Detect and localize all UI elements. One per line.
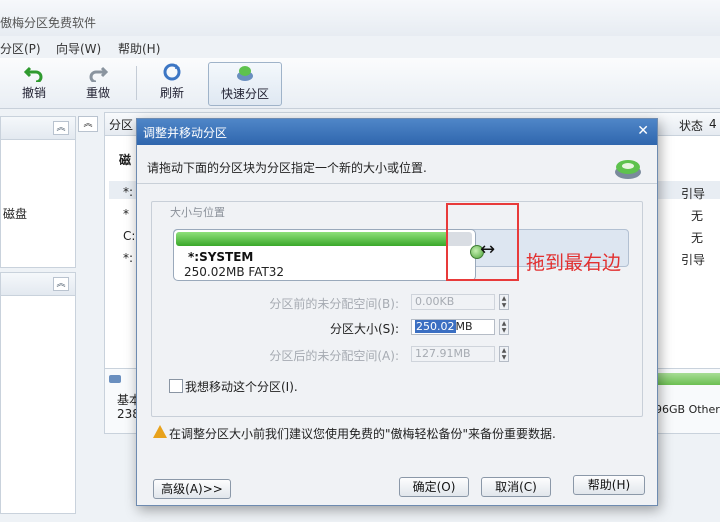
disk-bar [657,373,720,385]
row-name: *: [123,185,134,199]
col-partition[interactable]: 分区 [109,116,133,133]
quick-partition-icon [237,66,253,81]
before-space-input[interactable]: 0.00KB [411,294,495,310]
warning-text: 在调整分区大小前我们建议您使用免费的"傲梅轻松备份"来备份重要数据. [169,427,556,441]
move-partition-label[interactable]: 我想移动这个分区(I). [185,378,298,395]
usage-fill [176,232,449,246]
redo-button[interactable]: 重做 [78,62,118,104]
row-name: * [123,207,129,221]
left-panel-disk-label: 磁盘 [3,207,28,221]
dialog-instruction: 请拖动下面的分区块为分区指定一个新的大小或位置. [147,161,427,175]
partition-name: *:SYSTEM [188,250,254,264]
size-input[interactable]: 250.02MB [411,319,495,335]
collapse-icon[interactable]: ︽ [53,277,69,291]
app-titlebar: 傲梅分区免费软件 [0,0,720,36]
partition-block[interactable]: *:SYSTEM 250.02MB FAT32 [173,229,476,281]
refresh-label: 刷新 [159,86,184,100]
col-status[interactable]: 状态 [679,117,703,134]
row-status: 引导 [681,187,706,201]
left-panel-bottom: ︽ [0,272,76,514]
quick-partition-button[interactable]: 快速分区 [208,62,282,106]
after-space-input[interactable]: 127.91MB [411,346,495,362]
usage-bar [176,232,472,246]
quick-partition-label: 快速分区 [220,87,269,101]
menu-help[interactable]: 帮助(H) [118,40,160,57]
dialog-title: 调整并移动分区 [143,126,228,140]
dialog-titlebar: 调整并移动分区 ✕ [137,119,657,145]
app-title: 傲梅分区免费软件 [0,16,97,30]
collapse-icon[interactable]: ︽ [53,121,69,135]
divider [137,183,657,184]
refresh-icon [163,63,181,81]
after-space-spinner[interactable]: ▲ ▼ [499,346,509,362]
resize-move-dialog: 调整并移动分区 ✕ 请拖动下面的分区块为分区指定一个新的大小或位置. 大小与位置… [136,118,658,506]
refresh-button[interactable]: 刷新 [152,62,192,104]
size-label: 分区大小(S): [329,322,399,336]
move-partition-checkbox[interactable] [169,379,183,393]
col-extra[interactable]: 4 [709,117,717,131]
undo-button[interactable]: 撤销 [14,62,54,104]
disk-other-label: 96GB Other [655,403,720,416]
redo-label: 重做 [85,86,110,100]
left-panel-header-2: ︽ [1,273,75,296]
size-spinner[interactable]: ▲ ▼ [499,319,509,335]
warning-icon [153,425,167,438]
cancel-button[interactable]: 取消(C) [481,477,551,497]
partition-info: 250.02MB FAT32 [184,265,285,279]
size-value: 250.02 [415,320,456,333]
toolbar: 撤销 重做 刷新 快速分区 [0,58,720,109]
table-tab[interactable]: 磁 [119,151,131,168]
undo-label: 撤销 [21,86,46,100]
annotation-highlight-box [446,203,519,281]
close-icon[interactable]: ✕ [637,123,649,139]
disk-icon [109,375,121,383]
menu-partition[interactable]: 分区(P) [0,40,41,57]
help-button[interactable]: 帮助(H) [573,475,645,495]
left-panel-header: ︽ [1,117,75,140]
menu-wizard[interactable]: 向导(W) [56,40,101,57]
left-panel-top: ︽ 磁盘 [0,116,76,268]
size-unit: MB [455,320,473,333]
annotation-text: 拖到最右边 [526,252,622,274]
advanced-button[interactable]: 高级(A)>> [153,479,231,499]
disk-resize-icon [615,160,641,179]
group-label: 大小与位置 [167,204,228,220]
row-name: C: [123,229,136,243]
undo-icon [24,66,43,82]
menu-bar: 分区(P) 向导(W) 帮助(H) [0,36,720,58]
before-space-label: 分区前的未分配空间(B): [269,297,399,311]
after-space-label: 分区后的未分配空间(A): [269,349,399,363]
row-status: 无 [691,231,704,245]
row-status: 引导 [681,253,706,267]
row-name: *: [123,251,134,265]
collapse-icon[interactable]: ︽ [78,116,98,132]
row-status: 无 [691,209,704,223]
before-space-spinner[interactable]: ▲ ▼ [499,294,509,310]
ok-button[interactable]: 确定(O) [399,477,469,497]
toolbar-separator [136,66,137,100]
redo-icon [89,66,108,82]
